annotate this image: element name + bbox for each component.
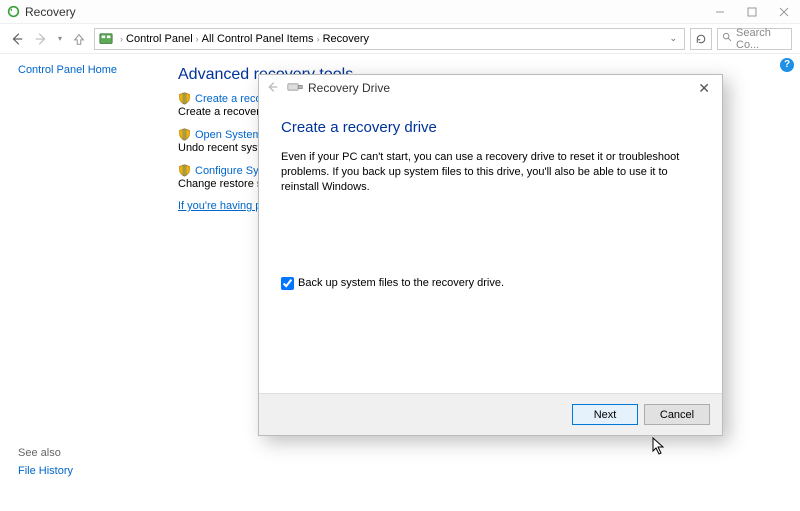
next-button[interactable]: Next: [572, 404, 638, 425]
close-window-button[interactable]: [768, 1, 800, 23]
see-also-heading: See also: [18, 447, 73, 459]
up-button[interactable]: [72, 32, 86, 46]
control-panel-icon: [99, 32, 113, 46]
backup-checkbox-input[interactable]: [281, 277, 294, 290]
recent-dropdown-icon[interactable]: ▾: [58, 34, 62, 43]
window-title: Recovery: [25, 5, 76, 19]
shield-icon: [178, 164, 191, 177]
forward-button[interactable]: [34, 32, 48, 46]
cancel-button[interactable]: Cancel: [644, 404, 710, 425]
shield-icon: [178, 92, 191, 105]
usb-drive-icon: [287, 82, 303, 95]
recovery-drive-dialog: Recovery Drive ✕ Create a recovery drive…: [258, 74, 723, 436]
dialog-back-button[interactable]: [265, 80, 279, 97]
backup-system-files-checkbox[interactable]: Back up system files to the recovery dri…: [281, 277, 700, 290]
dialog-title: Recovery Drive: [308, 81, 390, 95]
address-bar[interactable]: › Control Panel › All Control Panel Item…: [94, 28, 685, 50]
dialog-close-button[interactable]: ✕: [692, 78, 716, 99]
maximize-button[interactable]: [736, 1, 768, 23]
file-history-link[interactable]: File History: [18, 465, 73, 477]
nav-bar: ▾ › Control Panel › All Control Panel It…: [0, 24, 800, 54]
search-input[interactable]: Search Co...: [717, 28, 792, 50]
sidebar-home-link[interactable]: Control Panel Home: [18, 64, 168, 76]
shield-icon: [178, 128, 191, 141]
refresh-button[interactable]: [690, 28, 712, 50]
address-dropdown-icon[interactable]: ⌄: [666, 33, 680, 44]
title-bar: Recovery: [0, 0, 800, 24]
breadcrumb-item[interactable]: Control Panel: [126, 33, 193, 45]
checkbox-label: Back up system files to the recovery dri…: [298, 277, 504, 289]
search-icon: [722, 32, 733, 46]
back-button[interactable]: [10, 32, 24, 46]
dialog-heading: Create a recovery drive: [281, 119, 700, 136]
search-placeholder: Search Co...: [736, 27, 787, 51]
dialog-body-text: Even if your PC can't start, you can use…: [281, 150, 700, 195]
breadcrumb-item[interactable]: All Control Panel Items: [202, 33, 314, 45]
breadcrumb-item[interactable]: Recovery: [323, 33, 369, 45]
help-icon[interactable]: ?: [780, 58, 794, 72]
sidebar: Control Panel Home See also File History: [0, 54, 168, 511]
recovery-app-icon: [6, 5, 20, 19]
minimize-button[interactable]: [704, 1, 736, 23]
